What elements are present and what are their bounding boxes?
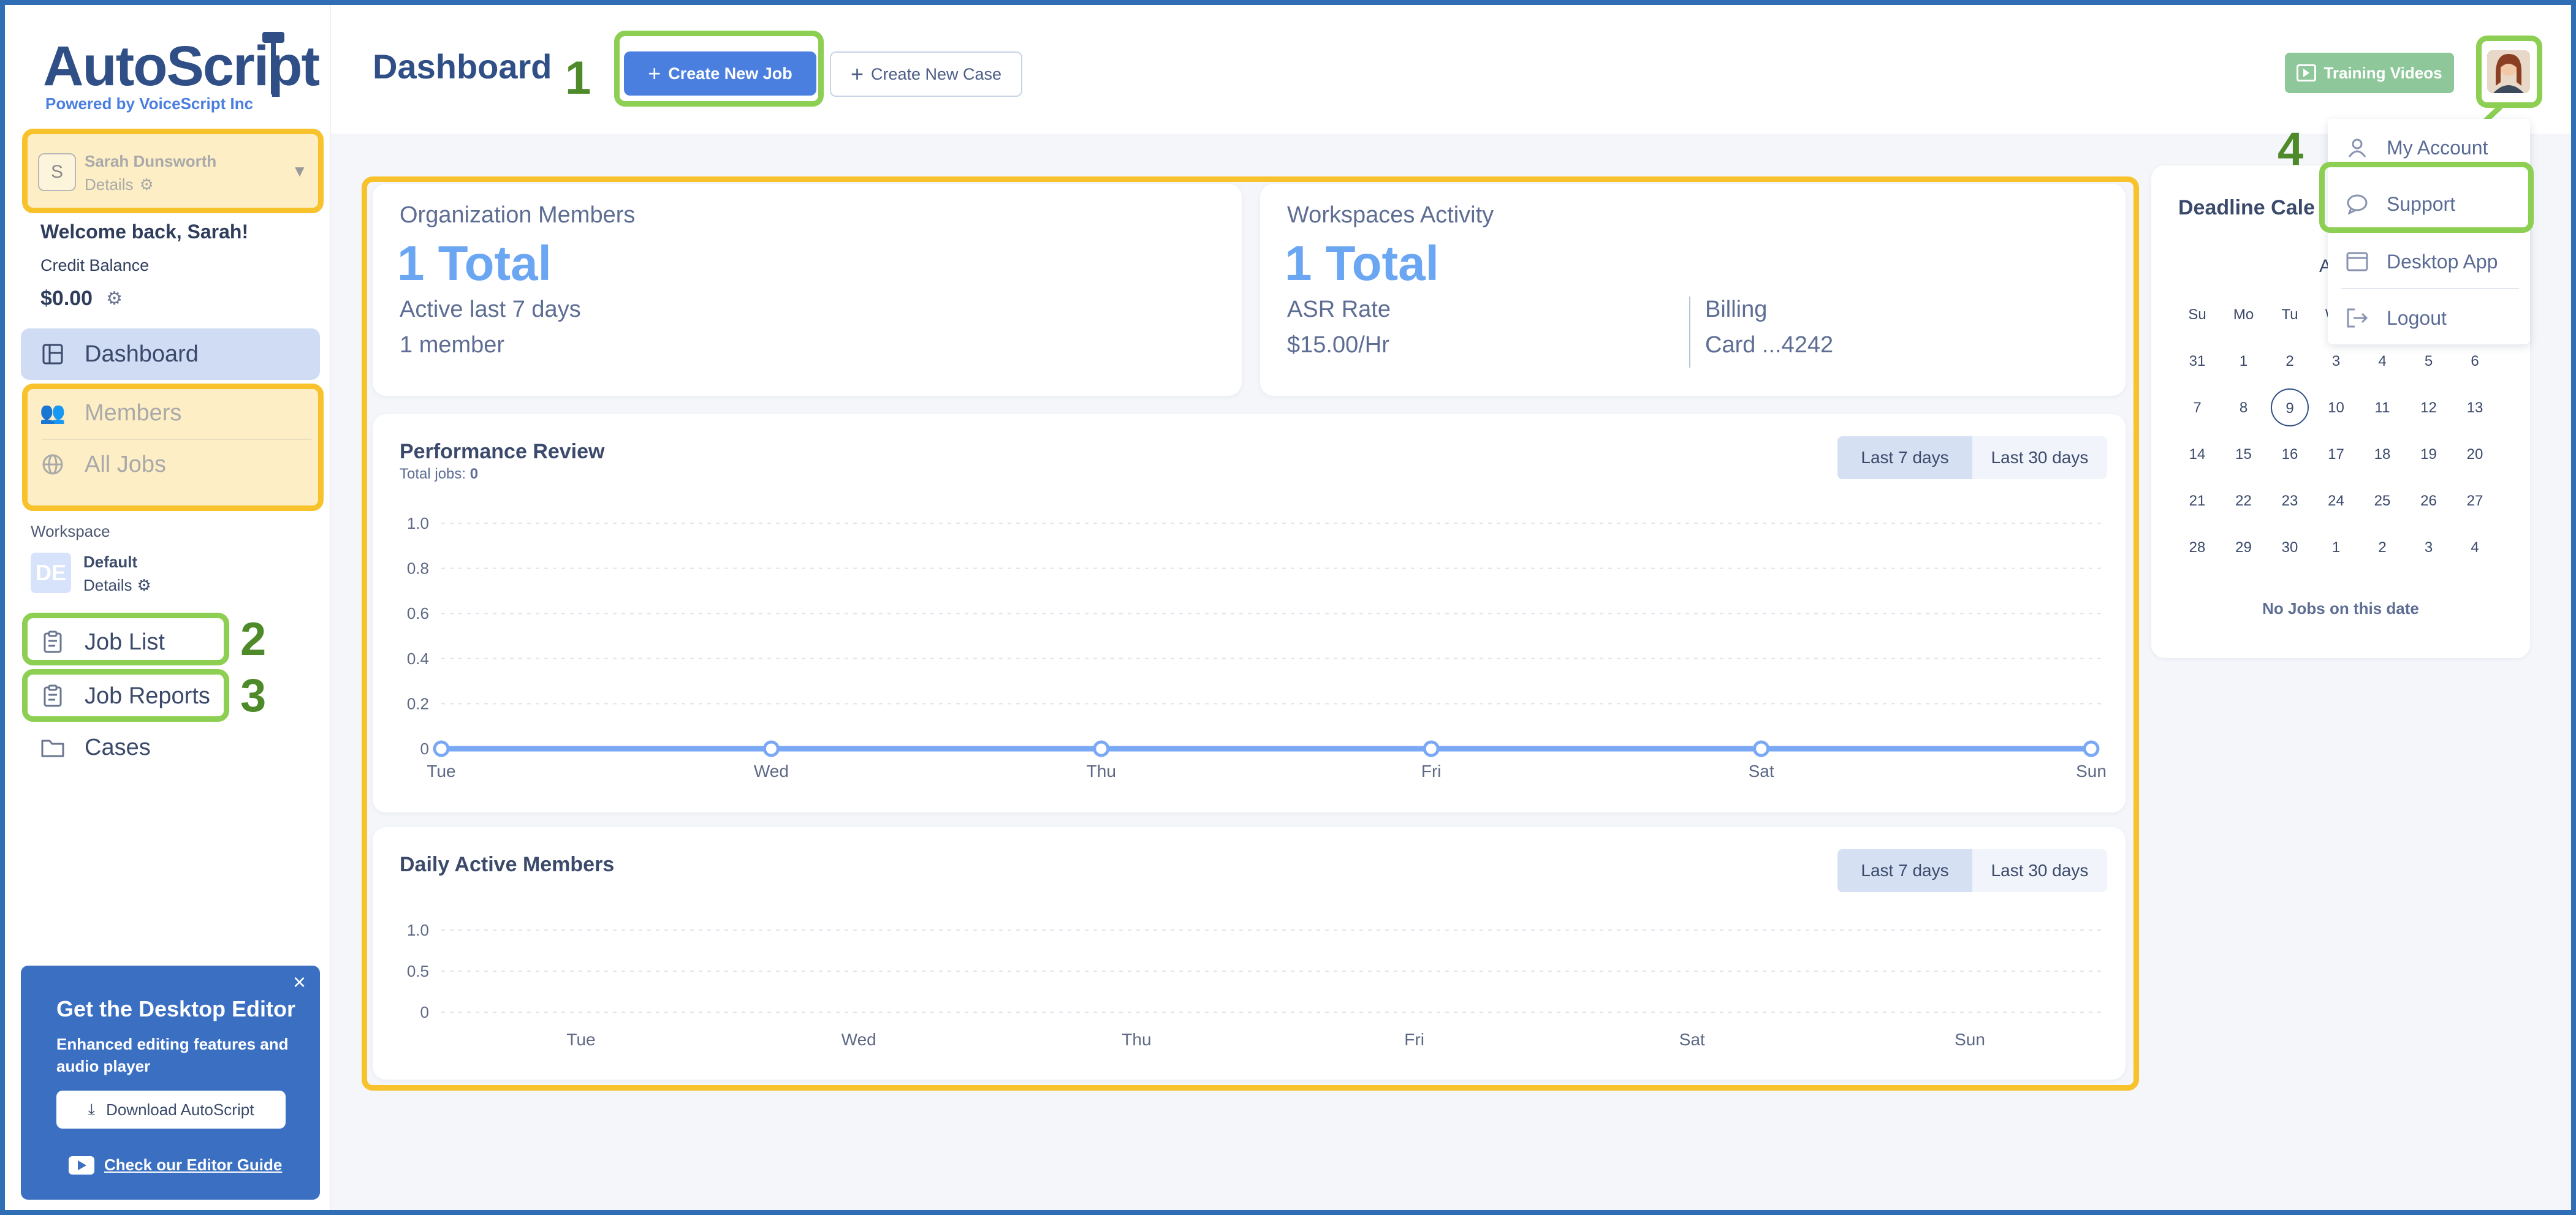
calendar-day[interactable]: 14: [2176, 446, 2219, 463]
calendar-day[interactable]: 4: [2361, 353, 2404, 370]
workspace-details-link[interactable]: Details ⚙: [83, 576, 151, 595]
calendar-day[interactable]: 25: [2361, 493, 2404, 510]
desktop-editor-promo: Get the Desktop Editor Enhanced editing …: [21, 966, 320, 1200]
highlight-user: [22, 129, 324, 213]
welcome-text: Welcome back, Sarah!: [40, 221, 249, 243]
calendar-day[interactable]: 7: [2176, 399, 2219, 417]
calendar-empty-text: No Jobs on this date: [2262, 599, 2419, 618]
highlight-avatar: [2476, 36, 2542, 108]
calendar-day[interactable]: 26: [2407, 493, 2450, 510]
calendar-day[interactable]: 13: [2453, 399, 2496, 417]
calendar-day[interactable]: 19: [2407, 446, 2450, 463]
play-icon: [2297, 64, 2317, 81]
mic-icon: [261, 29, 286, 97]
user-icon: [2345, 135, 2369, 160]
calendar-day[interactable]: 2: [2268, 353, 2311, 370]
highlight-job-reports: [22, 669, 229, 722]
highlight-job-list: [22, 613, 229, 665]
calendar-day[interactable]: 23: [2268, 493, 2311, 510]
calendar-day[interactable]: 31: [2176, 353, 2219, 370]
window-icon: [2345, 249, 2369, 274]
annotation-number-1: 1: [565, 52, 591, 104]
calendar-day[interactable]: 3: [2407, 539, 2450, 556]
calendar-day[interactable]: 11: [2361, 399, 2404, 417]
youtube-icon: [69, 1156, 94, 1175]
credit-label: Credit Balance: [40, 256, 150, 274]
calendar-day[interactable]: 5: [2407, 353, 2450, 370]
logout-icon: [2345, 306, 2369, 330]
calendar-day[interactable]: 10: [2315, 399, 2358, 417]
workspace-badge: DE: [31, 553, 71, 593]
sidebar-item-dashboard[interactable]: Dashboard: [21, 328, 320, 380]
annotation-number-2: 2: [240, 613, 267, 665]
workspace-name: Default: [83, 553, 138, 571]
calendar-day[interactable]: 29: [2222, 539, 2265, 556]
calendar-title: Deadline Cale: [2178, 196, 2315, 219]
calendar-day[interactable]: 16: [2268, 446, 2311, 463]
brand-tagline: Powered by VoiceScript Inc: [45, 94, 254, 113]
calendar-day[interactable]: 20: [2453, 446, 2496, 463]
highlight-dashboard-content: [362, 176, 2139, 1091]
calendar-day[interactable]: 30: [2268, 539, 2311, 556]
header: Dashboard 1 + Create New Job + Create Ne…: [331, 5, 2571, 134]
calendar-day-selected[interactable]: 9: [2271, 388, 2309, 426]
calendar-day[interactable]: 15: [2222, 446, 2265, 463]
layout-icon: [39, 341, 66, 368]
calendar-day[interactable]: 6: [2453, 353, 2496, 370]
main-content: Dashboard 1 + Create New Job + Create Ne…: [331, 5, 2571, 1210]
calendar-day[interactable]: 4: [2453, 539, 2496, 556]
sidebar-item-label: Cases: [85, 734, 151, 760]
calendar-day[interactable]: 22: [2222, 493, 2265, 510]
promo-text: Enhanced editing features and audio play…: [56, 1035, 289, 1075]
highlight-admin-nav: [22, 384, 324, 511]
editor-guide-link[interactable]: Check our Editor Guide: [69, 1156, 282, 1175]
calendar-day[interactable]: 1: [2315, 539, 2358, 556]
annotation-number-4: 4: [2278, 123, 2304, 175]
training-videos-button[interactable]: Training Videos: [2285, 53, 2454, 93]
calendar-day[interactable]: 28: [2176, 539, 2219, 556]
credit-balance: $0.00 ⚙: [40, 287, 123, 310]
calendar-day[interactable]: 1: [2222, 353, 2265, 370]
calendar-day[interactable]: 8: [2222, 399, 2265, 417]
calendar-weekday: Su: [2188, 306, 2206, 323]
plus-icon: +: [850, 61, 864, 86]
download-icon: ⤓: [88, 1100, 96, 1118]
page-title: Dashboard: [373, 47, 552, 86]
calendar-day[interactable]: 27: [2453, 493, 2496, 510]
calendar-weekday: Mo: [2233, 306, 2254, 323]
highlight-create-job: [614, 31, 824, 107]
promo-title: Get the Desktop Editor: [56, 996, 296, 1021]
gear-icon: ⚙: [137, 576, 151, 594]
highlight-support: [2319, 162, 2534, 233]
folder-icon: [39, 734, 66, 761]
workspace-label: Workspace: [31, 522, 110, 540]
create-new-case-button[interactable]: + Create New Case: [830, 51, 1022, 97]
calendar-day[interactable]: 3: [2315, 353, 2358, 370]
download-autoscript-button[interactable]: ⤓ Download AutoScript: [56, 1091, 286, 1129]
calendar-day[interactable]: 24: [2315, 493, 2358, 510]
divider: [2341, 288, 2519, 289]
calendar-day[interactable]: 17: [2315, 446, 2358, 463]
sidebar-item-cases[interactable]: Cases: [21, 722, 320, 773]
annotation-number-3: 3: [240, 670, 267, 722]
calendar-day[interactable]: 18: [2361, 446, 2404, 463]
credit-gear-icon[interactable]: ⚙: [106, 288, 123, 309]
sidebar-item-label: Dashboard: [85, 341, 199, 367]
promo-close-button[interactable]: ×: [293, 969, 306, 995]
calendar-day[interactable]: 21: [2176, 493, 2219, 510]
calendar-day[interactable]: 2: [2361, 539, 2404, 556]
menu-item-logout[interactable]: Logout: [2328, 292, 2530, 344]
calendar-day[interactable]: 12: [2407, 399, 2450, 417]
menu-item-desktop-app[interactable]: Desktop App: [2328, 235, 2530, 288]
calendar-weekday: Tu: [2281, 306, 2298, 323]
sidebar: AutoScript Powered by VoiceScript Inc S …: [5, 5, 331, 1210]
